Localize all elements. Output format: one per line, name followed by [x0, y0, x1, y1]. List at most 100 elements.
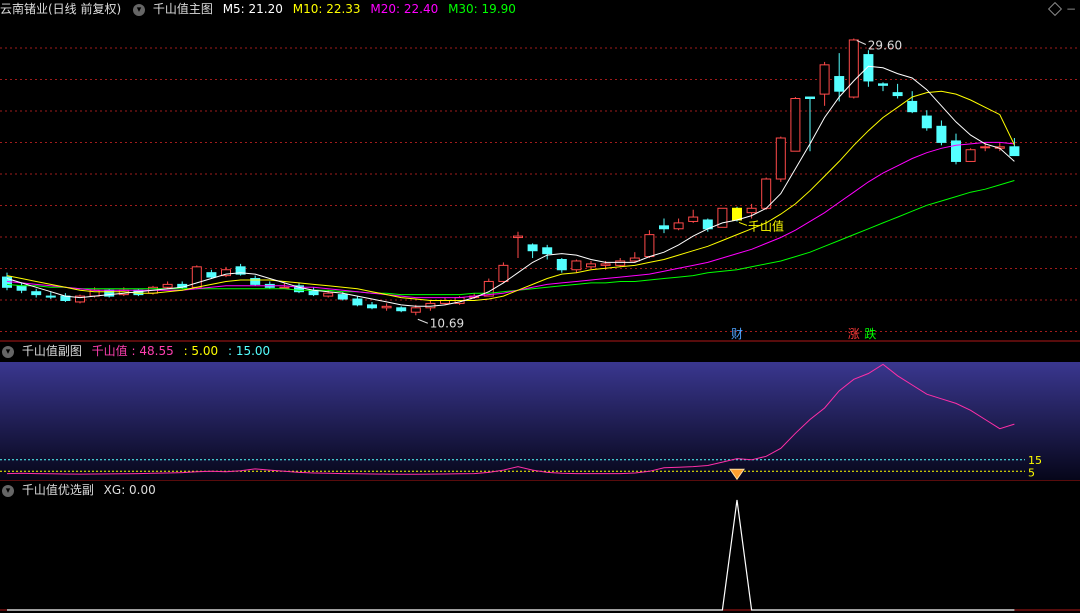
xg-line [7, 499, 1015, 611]
candle-body [352, 298, 363, 306]
candle [951, 133, 961, 165]
ma5-label: M5: 21.20 [222, 2, 283, 16]
candle [191, 265, 202, 289]
candle [994, 142, 1005, 152]
candle [60, 293, 71, 302]
candle [498, 262, 509, 283]
level-5-label: 5 [1028, 466, 1035, 479]
candle-body [790, 98, 801, 152]
candle-body [556, 259, 567, 271]
candle [16, 282, 27, 294]
candle-body [644, 234, 655, 258]
low-pointer [417, 318, 428, 324]
candle [513, 231, 523, 259]
select-toggle-icon[interactable]: ▾ [2, 484, 14, 497]
sub-panel-background [0, 362, 1080, 480]
candle [352, 296, 363, 307]
candle [863, 50, 874, 87]
candle-body [761, 178, 772, 209]
ma30-label: M30: 19.90 [448, 2, 516, 16]
qsz-label: 千山值 [91, 344, 128, 358]
candle [250, 275, 261, 286]
main-panel-header: 云南锗业(日线 前复权) ▾ 千山值主图 M5: 21.20 M10: 22.3… [0, 0, 1080, 18]
candle-body [1009, 146, 1020, 157]
candle [542, 244, 553, 260]
ma5-line [6, 65, 1015, 307]
candle-body [513, 235, 523, 239]
candle [790, 97, 801, 152]
candle-body [819, 64, 830, 95]
candle-body [878, 83, 888, 86]
candle [921, 110, 932, 131]
candle-body [367, 304, 377, 309]
candle [1009, 138, 1020, 157]
candle-body [746, 207, 757, 214]
candle-body [980, 146, 991, 149]
candle [264, 281, 275, 289]
ma20-label: M20: 22.40 [370, 2, 439, 16]
candle-body [805, 96, 815, 99]
candle-body [688, 216, 699, 222]
candle-body [907, 100, 918, 113]
candle-body [45, 295, 56, 298]
ma20-line [6, 141, 1015, 299]
candle-body [323, 292, 334, 297]
high-price-label: 29.60 [868, 38, 902, 52]
candle-body [16, 285, 27, 291]
low-price-label: 10.69 [430, 316, 464, 330]
candle-body [673, 222, 684, 230]
select-panel-header: ▾ 千山值优选副 XG: 0.00 [0, 481, 1080, 499]
candle [848, 38, 859, 99]
candle-body [396, 307, 407, 312]
signal-label: 千山值 [748, 218, 784, 233]
event-marker: 财 [731, 327, 743, 341]
candle [308, 287, 319, 297]
candle-body [279, 286, 290, 289]
candle-body [775, 137, 786, 180]
stock-chart[interactable]: 29.6010.69千山值财涨跌155 [0, 0, 1080, 613]
candle-body [600, 263, 611, 266]
select-panel-title: 千山值优选副 [21, 483, 94, 497]
candle [162, 281, 173, 289]
indicator-toggle-icon[interactable]: ▾ [133, 3, 146, 16]
candle-body [527, 244, 538, 252]
candle-body [542, 247, 553, 255]
candle-body [31, 291, 42, 296]
candle [571, 259, 582, 273]
candle-body [659, 225, 669, 230]
candle [75, 294, 85, 304]
candle [659, 218, 669, 234]
candle [936, 120, 947, 146]
candle [878, 82, 888, 92]
candle-body [162, 283, 173, 288]
candle-body [848, 39, 859, 98]
candle-body [863, 54, 874, 82]
candle [367, 301, 377, 310]
l15-value: : 15.00 [227, 344, 271, 358]
candle-body [936, 125, 947, 143]
candle [702, 218, 713, 232]
candle [965, 148, 976, 162]
candle [396, 306, 407, 313]
candle-body [381, 305, 392, 309]
candle [673, 218, 684, 231]
candle-body [629, 257, 640, 262]
ma10-line [6, 90, 1015, 301]
candle-body [410, 307, 421, 313]
minimize-icon[interactable]: − [1066, 2, 1076, 16]
ma10-label: M10: 22.33 [292, 2, 361, 16]
candle [688, 209, 699, 223]
candle [586, 260, 596, 269]
xg-value: XG: 0.00 [103, 483, 156, 497]
candle-body [586, 263, 596, 268]
candle-body [571, 260, 582, 271]
event-marker: 跌 [864, 326, 876, 341]
candle [644, 230, 655, 259]
candle-body [498, 264, 509, 282]
candle-body [965, 149, 976, 162]
candle [235, 263, 246, 276]
candle-body [337, 294, 348, 300]
sub-toggle-icon[interactable]: ▾ [2, 345, 14, 358]
l5-value: : 5.00 [183, 344, 219, 358]
sub-panel-title: 千山值副图 [21, 344, 82, 358]
